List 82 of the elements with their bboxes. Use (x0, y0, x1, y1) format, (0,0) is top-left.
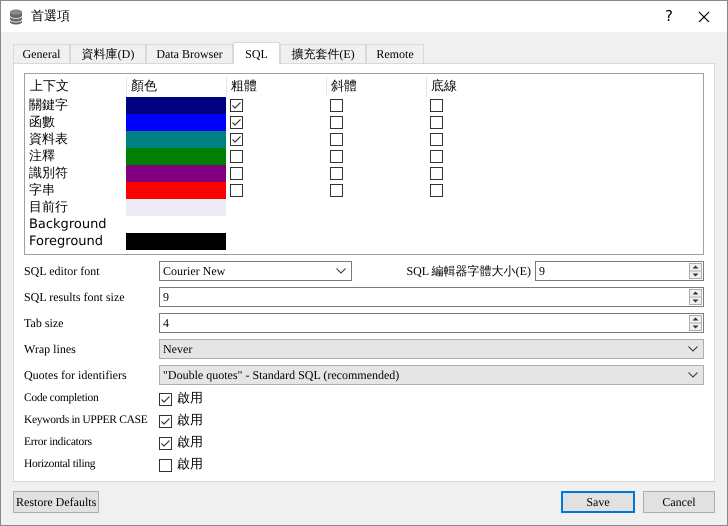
checkbox[interactable] (230, 133, 243, 146)
column-header: 斜體 (326, 76, 426, 96)
checkbox[interactable] (159, 414, 172, 428)
dropdown[interactable]: "Double quotes" - Standard SQL (recommended) (159, 365, 704, 385)
checkbox[interactable] (430, 116, 443, 129)
color-swatch[interactable] (126, 97, 226, 114)
tab[interactable]: 擴充套件(E) (280, 44, 366, 63)
window-title: 首選項 (31, 8, 70, 26)
chevron-down-icon (688, 346, 698, 352)
checkbox[interactable] (430, 133, 443, 146)
checkbox[interactable] (159, 392, 172, 406)
checkbox[interactable] (230, 150, 243, 163)
spinner-arrows-icon[interactable] (689, 315, 702, 331)
checkbox[interactable] (230, 184, 243, 197)
checkbox[interactable] (230, 116, 243, 129)
context-label: 目前行 (28, 199, 69, 216)
context-label: Background (28, 216, 108, 233)
checkbox[interactable] (159, 436, 172, 450)
checkbox[interactable] (230, 167, 243, 180)
context-label: Foreground (28, 233, 104, 250)
field-label: SQL 編輯器字體大小(E) (405, 263, 532, 280)
tab[interactable]: Data Browser (146, 44, 233, 63)
context-label: 函數 (28, 114, 56, 131)
chevron-down-icon (688, 372, 698, 378)
field-label: Wrap lines (24, 341, 77, 358)
spinner-arrows-icon[interactable] (689, 289, 702, 305)
spin-field[interactable]: 4 (159, 313, 704, 333)
save-button[interactable]: Save (561, 491, 635, 513)
color-swatch[interactable] (126, 114, 226, 131)
checkbox[interactable] (330, 167, 343, 180)
field-label: Code completion (24, 391, 100, 406)
restore-defaults-button[interactable]: Restore Defaults (13, 491, 100, 513)
context-label: 識別符 (28, 165, 69, 182)
field-label: Quotes for identifiers (24, 367, 128, 384)
help-button[interactable]: ? (654, 5, 684, 28)
database-icon (9, 8, 23, 24)
tab[interactable]: Remote (366, 44, 424, 63)
checkbox[interactable] (430, 167, 443, 180)
color-swatch[interactable] (126, 199, 226, 216)
color-swatch[interactable] (126, 148, 226, 165)
checkbox-label: 啟用 (177, 456, 203, 474)
dropdown[interactable]: Never (159, 339, 704, 359)
field-label: SQL results font size (24, 289, 126, 306)
color-swatch[interactable] (126, 165, 226, 182)
spinner-arrows-icon[interactable] (689, 263, 702, 279)
field-label: Keywords in UPPER CASE (24, 413, 148, 428)
field-label: Error indicators (24, 435, 93, 450)
checkbox-label: 啟用 (177, 390, 203, 408)
checkbox[interactable] (159, 458, 172, 472)
spin-field[interactable]: 9 (535, 261, 704, 281)
tab[interactable]: General (13, 44, 70, 63)
close-icon[interactable] (698, 10, 710, 22)
tab[interactable]: 資料庫(D) (70, 44, 146, 63)
color-swatch[interactable] (126, 131, 226, 148)
checkbox[interactable] (330, 116, 343, 129)
checkbox[interactable] (430, 99, 443, 112)
cancel-button[interactable]: Cancel (643, 491, 715, 513)
checkbox[interactable] (430, 150, 443, 163)
column-header: 上下文 (29, 78, 70, 96)
checkbox[interactable] (230, 99, 243, 112)
checkbox[interactable] (330, 150, 343, 163)
font-dropdown[interactable]: Courier New (159, 261, 352, 281)
field-label: Tab size (24, 315, 64, 332)
color-swatch[interactable] (126, 233, 226, 250)
context-label: 注釋 (28, 148, 56, 165)
context-label: 資料表 (28, 131, 69, 148)
field-label: Horizontal tiling (24, 457, 96, 472)
spin-field[interactable]: 9 (159, 287, 704, 307)
column-header: 粗體 (226, 76, 326, 96)
chevron-down-icon (336, 268, 346, 274)
checkbox[interactable] (330, 99, 343, 112)
checkbox-label: 啟用 (177, 412, 203, 430)
checkbox[interactable] (330, 184, 343, 197)
tab[interactable]: SQL (233, 42, 280, 64)
color-swatch[interactable] (126, 182, 226, 199)
checkbox-label: 啟用 (177, 434, 203, 452)
field-label: SQL editor font (24, 263, 101, 280)
context-label: 字串 (28, 182, 56, 199)
checkbox[interactable] (330, 133, 343, 146)
column-header: 底線 (426, 76, 526, 96)
context-label: 關鍵字 (28, 97, 69, 114)
checkbox[interactable] (430, 184, 443, 197)
